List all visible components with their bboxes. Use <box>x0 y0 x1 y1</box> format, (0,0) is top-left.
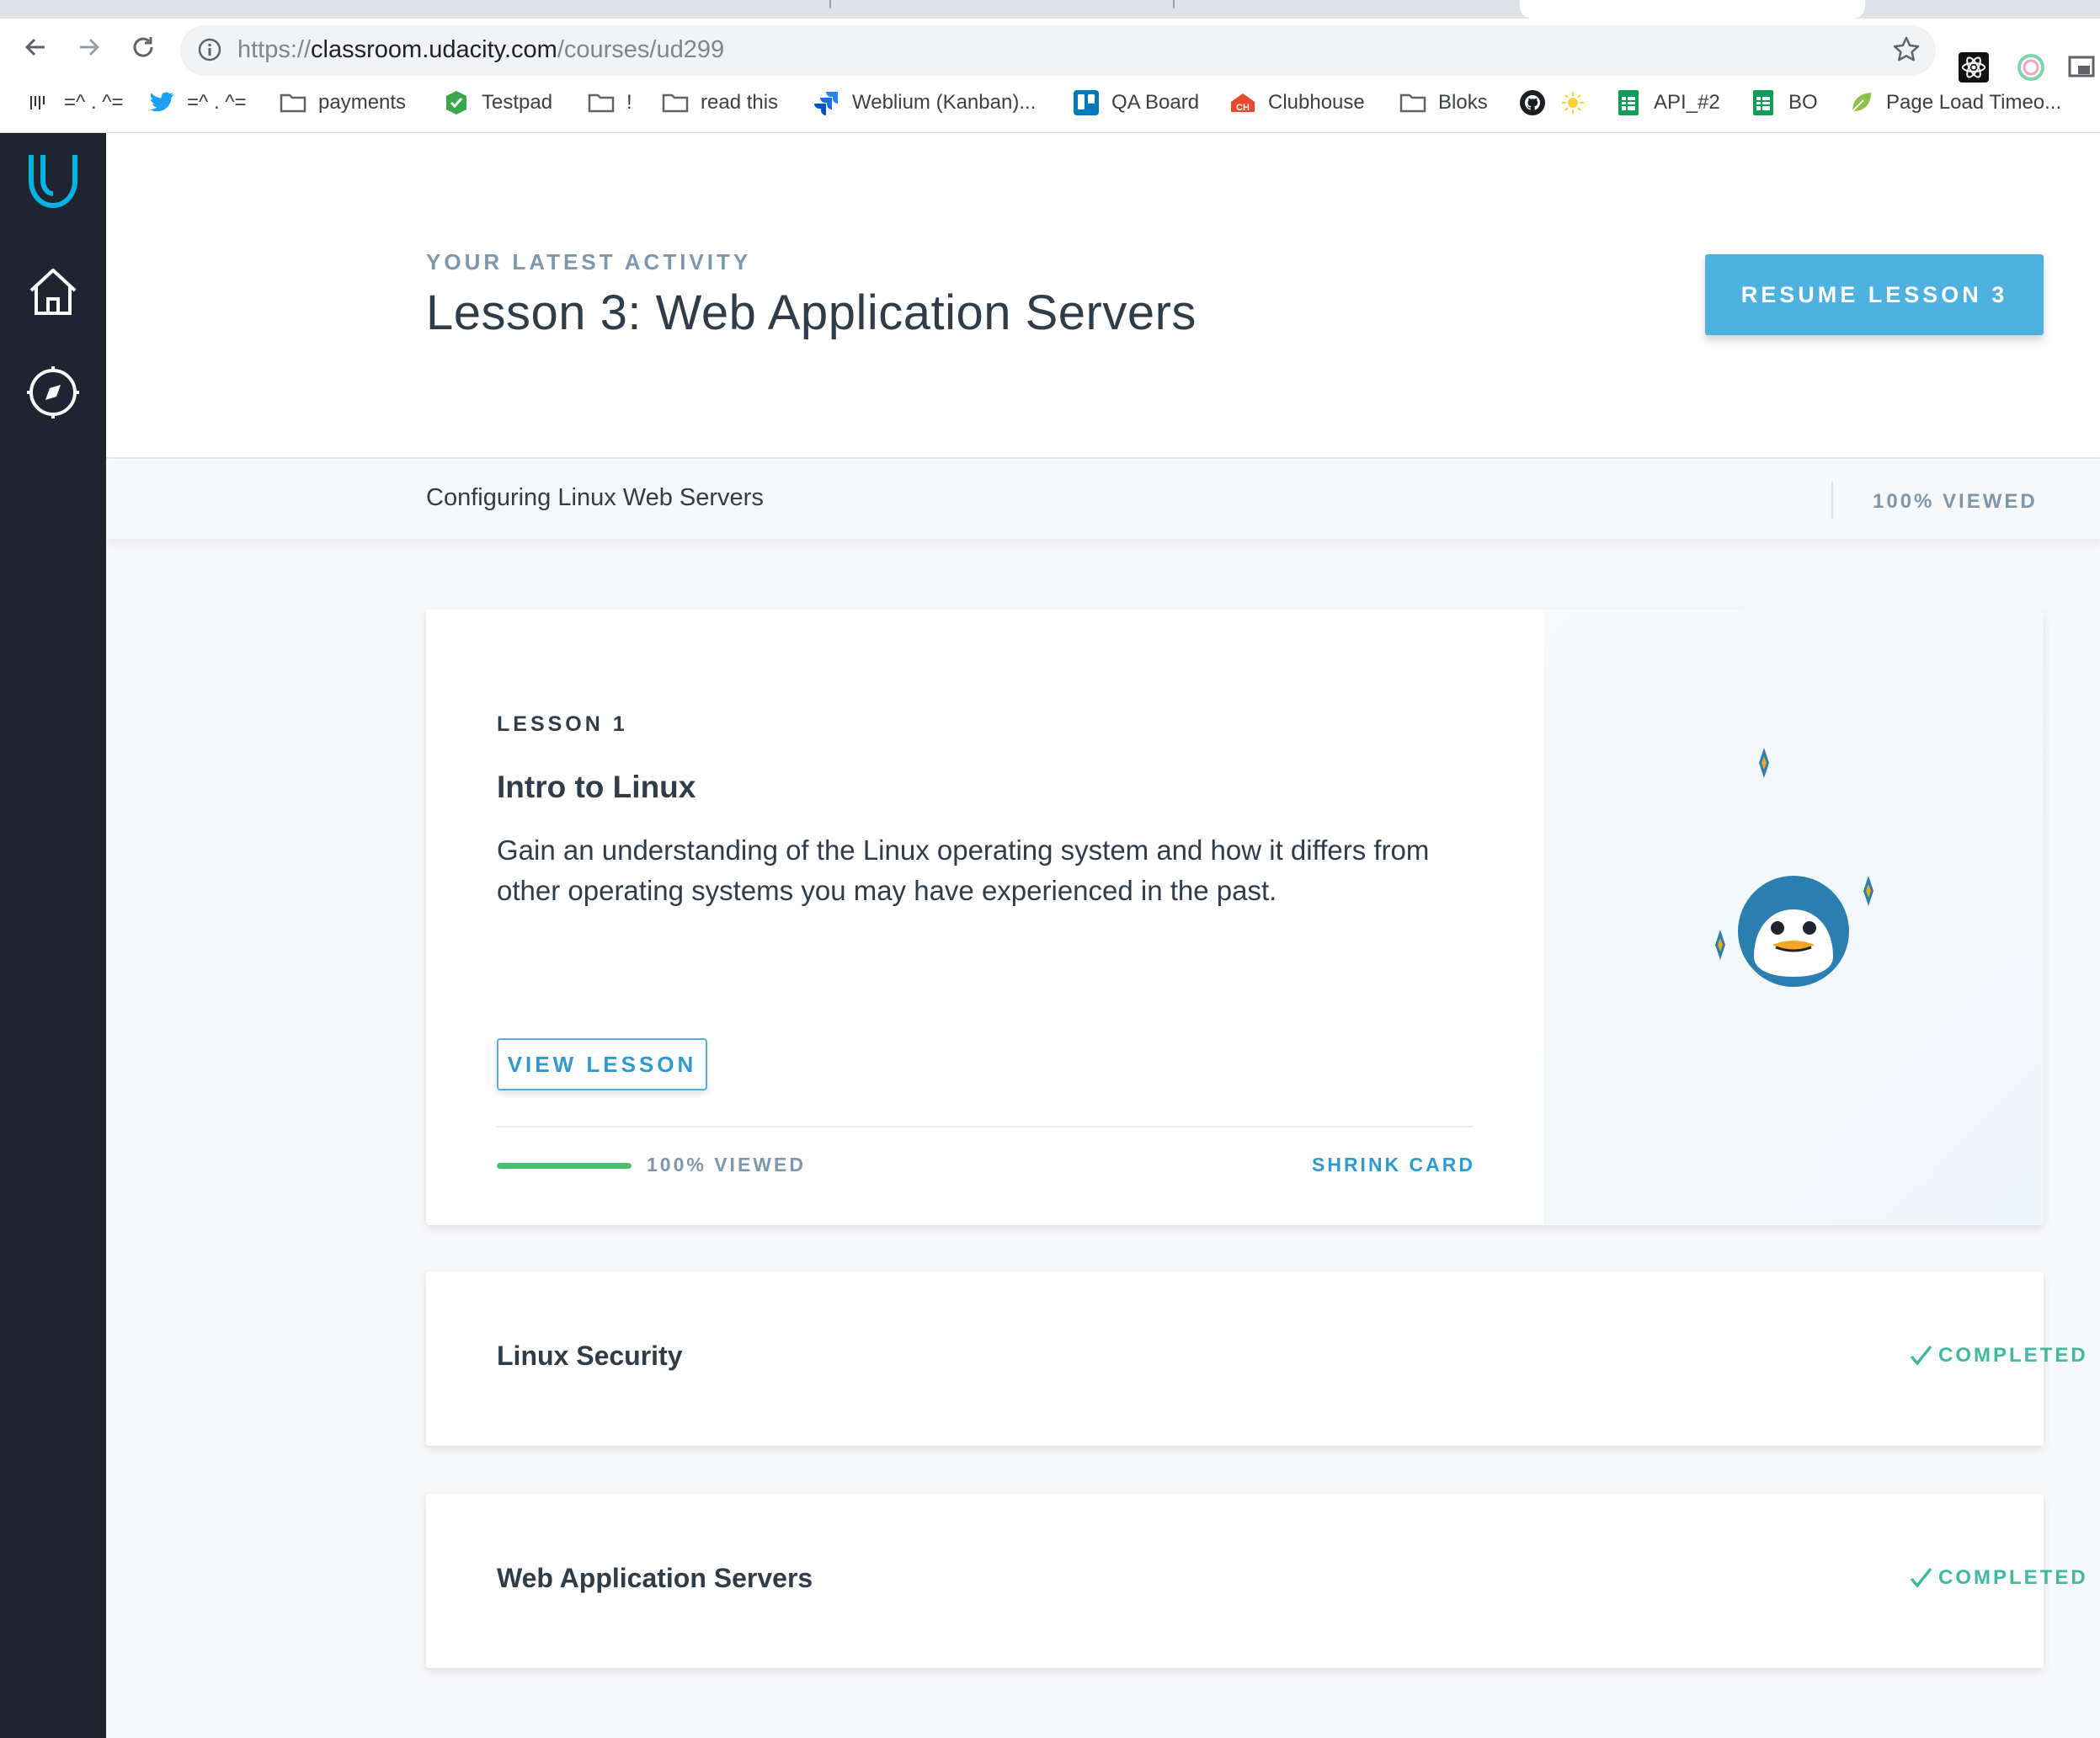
bookmark-item[interactable]: payments <box>280 88 406 118</box>
folder-icon <box>588 89 615 116</box>
app-sidebar <box>0 133 106 1738</box>
bookmark-item[interactable]: QA Board <box>1073 88 1199 118</box>
sheets-icon <box>1615 89 1642 116</box>
bookmark-item[interactable]: Weblium (Kanban)... <box>813 88 1036 118</box>
back-button[interactable] <box>15 27 56 67</box>
bookmark-label: BO <box>1788 91 1818 114</box>
lesson-number: LESSON 1 <box>497 712 628 736</box>
bookmark-label: =^ . ^= <box>64 91 124 114</box>
lesson-card-collapsed[interactable]: Web Application Servers COMPLETED <box>426 1494 2086 1668</box>
check-icon <box>1910 1345 1932 1366</box>
lesson-title: Web Application Servers <box>497 1563 813 1593</box>
url-host: classroom.udacity.com <box>311 36 557 63</box>
home-icon[interactable] <box>23 261 83 322</box>
address-bar[interactable]: https://classroom.udacity.com/courses/ud… <box>180 25 1936 76</box>
lesson-card-collapsed[interactable]: Linux Security COMPLETED <box>426 1272 2086 1446</box>
url-text[interactable]: https://classroom.udacity.com/courses/ud… <box>237 36 724 64</box>
completed-status: COMPLETED <box>1908 1565 2088 1591</box>
lesson-description: Gain an understanding of the Linux opera… <box>497 834 1430 906</box>
arrow-left-icon <box>24 38 45 56</box>
tab-strip <box>0 0 2100 19</box>
trello-icon <box>1073 89 1100 116</box>
info-icon[interactable] <box>197 37 222 67</box>
course-viewed-status: 100% VIEWED <box>1873 490 2038 513</box>
bookmark-label: Clubhouse <box>1268 91 1365 114</box>
latest-activity-label: YOUR LATEST ACTIVITY <box>426 249 752 275</box>
status-label: COMPLETED <box>1938 1344 2088 1367</box>
leaf-icon <box>1847 89 1874 116</box>
view-lesson-button[interactable]: VIEW LESSON <box>497 1038 707 1090</box>
active-tab[interactable] <box>1520 0 1865 19</box>
course-progress-bar: Configuring Linux Web Servers 100% VIEWE… <box>106 457 2100 539</box>
bookmark-label: =^ . ^= <box>187 91 247 114</box>
completed-status: COMPLETED <box>1908 1343 2088 1368</box>
course-title: Configuring Linux Web Servers <box>426 484 764 511</box>
progress-fill <box>497 1163 632 1169</box>
folder-icon <box>1399 89 1426 116</box>
lesson-title: Linux Security <box>497 1341 683 1371</box>
bookmark-item[interactable] <box>1519 88 1546 118</box>
react-devtools-icon[interactable] <box>1957 51 1991 84</box>
sheets-icon <box>1750 89 1777 116</box>
arrow-right-icon <box>80 38 100 56</box>
bookmark-label: Bloks <box>1438 91 1488 114</box>
bookmark-item[interactable]: =^ . ^= <box>148 88 247 118</box>
cast-icon[interactable] <box>2065 51 2098 84</box>
folder-icon <box>280 89 306 116</box>
status-label: COMPLETED <box>1938 1566 2088 1589</box>
bookmark-label: Testpad <box>482 91 553 114</box>
bookmark-item[interactable]: Testpad <box>443 88 552 118</box>
udacity-logo-icon[interactable] <box>23 150 83 211</box>
bars-icon <box>25 89 52 116</box>
reload-button[interactable] <box>123 27 163 67</box>
bookmark-label: Page Load Timeo... <box>1886 91 2062 114</box>
compass-icon[interactable] <box>23 362 83 423</box>
bookmark-label: read this <box>701 91 779 114</box>
bookmark-label: ! <box>626 91 632 114</box>
twitter-icon <box>148 89 175 116</box>
bookmark-item[interactable]: =^ . ^= <box>25 88 124 118</box>
bookmark-item[interactable]: ! <box>588 88 632 118</box>
bookmark-item[interactable]: Page Load Timeo... <box>1847 88 2061 118</box>
bookmark-label: payments <box>318 91 407 114</box>
lesson-progress-bar <box>497 1163 632 1169</box>
bookmark-label: QA Board <box>1111 91 1200 114</box>
lesson-viewed-status: 100% VIEWED <box>647 1154 806 1176</box>
penguin-icon <box>1715 748 1873 987</box>
bookmark-item[interactable] <box>1559 88 1586 118</box>
reload-icon <box>133 37 153 57</box>
page-title: Lesson 3: Web Application Servers <box>426 285 1197 340</box>
divider <box>497 1126 1474 1128</box>
latest-activity-panel: YOUR LATEST ACTIVITY Lesson 3: Web Appli… <box>106 133 2100 457</box>
resume-lesson-button[interactable]: RESUME LESSON 3 <box>1705 254 2044 335</box>
check-icon <box>1910 1567 1932 1588</box>
tab-separator <box>1173 0 1175 8</box>
lesson-card-expanded: LESSON 1 Intro to Linux Gain an understa… <box>426 610 2044 1225</box>
bookmark-item[interactable]: CH Clubhouse <box>1229 88 1365 118</box>
lesson-illustration <box>1543 610 2044 1225</box>
star-icon[interactable] <box>1892 35 1921 68</box>
bookmark-item[interactable]: read this <box>662 88 778 118</box>
bookmark-item[interactable]: Bloks <box>1399 88 1488 118</box>
bookmark-item[interactable]: BO <box>1750 88 1818 118</box>
jira-icon <box>813 89 840 116</box>
url-scheme: https:// <box>237 36 312 63</box>
clubhouse-icon: CH <box>1229 89 1256 116</box>
tab-separator <box>829 0 831 8</box>
shrink-card-link[interactable]: SHRINK CARD <box>1312 1154 1475 1176</box>
main-content: YOUR LATEST ACTIVITY Lesson 3: Web Appli… <box>106 133 2100 1738</box>
svg-text:CH: CH <box>1236 103 1250 113</box>
extension-ring-icon[interactable] <box>2014 51 2048 84</box>
folder-icon <box>662 89 689 116</box>
testpad-icon <box>443 89 470 116</box>
divider <box>1831 482 1833 519</box>
bookmark-label: API_#2 <box>1654 91 1720 114</box>
sun-icon <box>1559 89 1586 116</box>
github-icon <box>1519 89 1546 116</box>
bookmark-label: Weblium (Kanban)... <box>852 91 1037 114</box>
url-path: /courses/ud299 <box>557 36 725 63</box>
forward-button[interactable] <box>69 27 109 67</box>
lesson-title: Intro to Linux <box>497 770 696 804</box>
bookmark-item[interactable]: API_#2 <box>1615 88 1720 118</box>
